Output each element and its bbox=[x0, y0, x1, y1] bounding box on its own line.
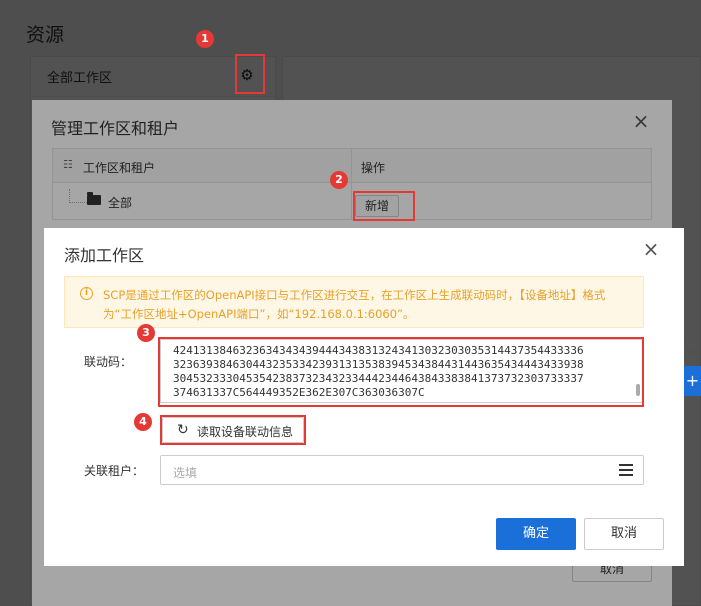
annotation-badge-4: 4 bbox=[134, 413, 152, 431]
close-icon[interactable]: × bbox=[642, 239, 660, 259]
annotation-box-3 bbox=[158, 337, 644, 407]
annotation-box-1 bbox=[235, 54, 265, 94]
info-icon: i bbox=[80, 287, 93, 300]
annotation-badge-1: 1 bbox=[196, 30, 214, 48]
notice-text: SCP是通过工作区的OpenAPI接口与工作区进行交互，在工作区上生成联动码时，… bbox=[103, 288, 606, 321]
tenant-select[interactable]: 选填 bbox=[160, 455, 644, 485]
edge-text: 中所 bbox=[684, 337, 697, 368]
edge-add-button[interactable]: + bbox=[684, 366, 701, 396]
confirm-button[interactable]: 确定 bbox=[496, 518, 576, 550]
info-notice: i SCP是通过工作区的OpenAPI接口与工作区进行交互，在工作区上生成联动码… bbox=[64, 276, 644, 328]
linkage-code-label: 联动码： bbox=[84, 355, 133, 369]
cancel-button[interactable]: 取消 bbox=[584, 518, 664, 550]
annotation-box-2 bbox=[353, 191, 415, 221]
tenant-label: 关联租户： bbox=[84, 464, 145, 478]
add-dialog-title: 添加工作区 bbox=[64, 246, 145, 265]
list-icon[interactable] bbox=[619, 464, 633, 476]
tenant-placeholder: 选填 bbox=[173, 466, 198, 480]
annotation-box-4 bbox=[160, 415, 306, 445]
annotation-badge-2: 2 bbox=[330, 171, 348, 189]
annotation-badge-3: 3 bbox=[137, 324, 155, 342]
